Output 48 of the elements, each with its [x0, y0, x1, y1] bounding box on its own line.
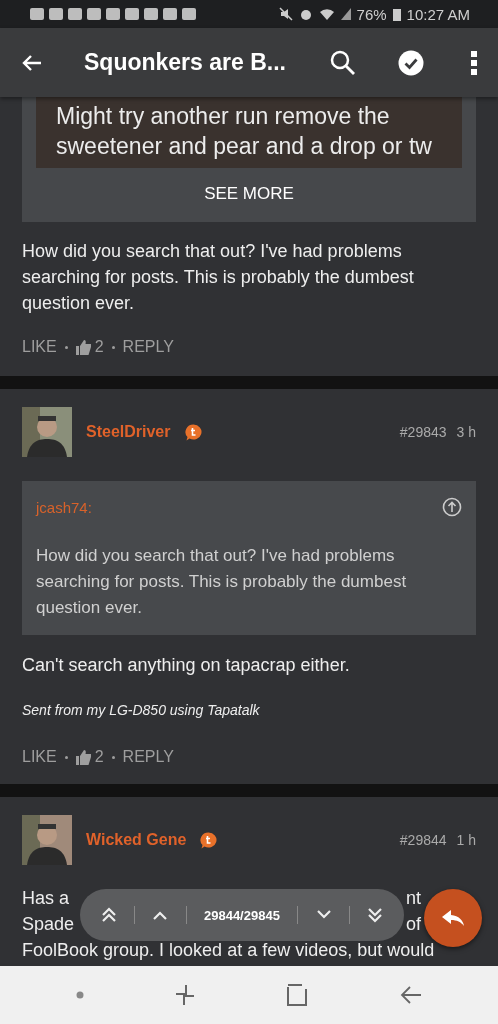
- clock-time: 10:27 AM: [406, 5, 470, 23]
- next-post-icon[interactable]: [315, 910, 332, 920]
- post-position[interactable]: 29844/29845: [203, 907, 280, 923]
- quote-text: How did you search that out? I've had problems searching for posts. This is probably the dumbest question ever.: [36, 545, 408, 619]
- post-number: #29843: [399, 424, 447, 440]
- like-button[interactable]: LIKE: [22, 748, 57, 766]
- reply-button[interactable]: REPLY: [122, 748, 174, 766]
- reply-icon: [442, 910, 464, 926]
- post-number: #29844: [399, 832, 447, 848]
- thumbs-up-icon: [75, 339, 92, 355]
- like-count[interactable]: 2: [75, 748, 104, 766]
- thumbs-up-icon: [75, 749, 92, 765]
- search-icon[interactable]: [330, 49, 356, 76]
- username[interactable]: Wicked Gene: [86, 831, 187, 849]
- signal-icon: [340, 8, 351, 20]
- tapatalk-badge-icon: [200, 831, 218, 849]
- quote-author[interactable]: jcash74:: [36, 498, 92, 516]
- more-icon[interactable]: [470, 49, 478, 76]
- signature-text: Sent from my LG-D850 using Tapatalk: [22, 702, 261, 718]
- like-button[interactable]: LIKE: [22, 338, 57, 356]
- see-more-button[interactable]: SEE MORE: [22, 168, 476, 222]
- screenshot-text: Might try another run remove the: [56, 102, 391, 131]
- back-icon[interactable]: [400, 984, 423, 1006]
- first-post-icon[interactable]: [100, 907, 117, 923]
- post-text: nt: [406, 887, 421, 910]
- mute-icon: [278, 7, 293, 21]
- home-icon[interactable]: [286, 984, 309, 1006]
- like-count[interactable]: 2: [75, 338, 104, 356]
- reply-button[interactable]: REPLY: [122, 338, 174, 356]
- username[interactable]: SteelDriver: [86, 423, 171, 441]
- post-text: of: [406, 913, 421, 936]
- last-post-icon[interactable]: [367, 907, 384, 923]
- tapatalk-badge-icon: [184, 423, 202, 441]
- check-icon[interactable]: [398, 49, 424, 76]
- battery-icon: [392, 7, 401, 21]
- screenshot-text: sweetener and pear and a drop or tw: [56, 132, 433, 161]
- post-time: 3 h: [456, 424, 476, 440]
- post-time: 1 h: [456, 832, 476, 848]
- previous-post-icon[interactable]: [152, 910, 169, 920]
- post-text: Has a: [22, 887, 70, 910]
- arrow-up-circle-icon[interactable]: [442, 497, 462, 517]
- post-text: Can't search anything on tapacrap either.: [22, 654, 351, 677]
- battery-percent: 76%: [356, 5, 387, 23]
- post-text: Spade: [22, 913, 75, 936]
- post-text: How did you search that out? I've had problems searching for posts. This is probably the dumbest question ever.: [22, 240, 415, 315]
- post-text: FoolBook group. I looked at a few videos, but would: [22, 939, 435, 962]
- thread-title: Squonkers are B...: [84, 49, 287, 76]
- dot-icon[interactable]: [75, 991, 84, 999]
